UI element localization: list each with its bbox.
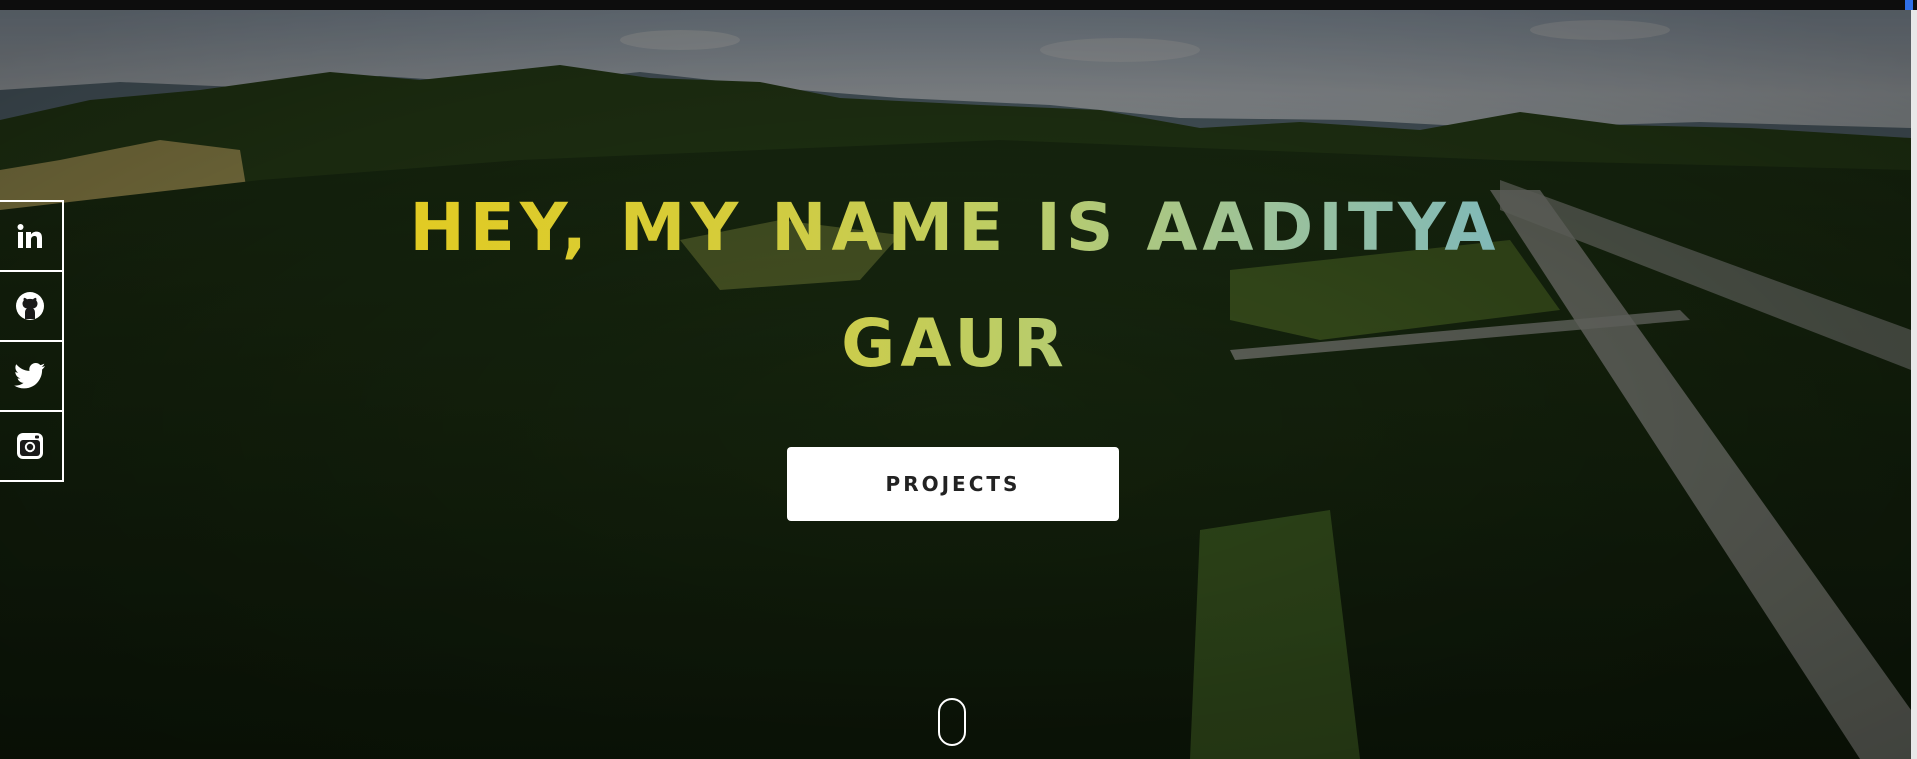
instagram-icon [17, 433, 43, 459]
github-icon [16, 292, 44, 320]
headline-line-1: HEY, MY NAME IS AADITYA [409, 189, 1501, 266]
scroll-position-marker [1905, 0, 1913, 10]
hero-section: HEY, MY NAME IS AADITYA GAUR PROJECTS [0, 10, 1911, 759]
projects-button[interactable]: PROJECTS [787, 447, 1119, 521]
instagram-link[interactable] [0, 412, 62, 480]
page-scrollbar[interactable] [1911, 10, 1917, 759]
twitter-icon [14, 363, 45, 389]
hero-headline: HEY, MY NAME IS AADITYA GAUR [400, 170, 1510, 402]
mouse-scroll-icon[interactable] [938, 698, 966, 746]
twitter-link[interactable] [0, 342, 62, 412]
browser-top-bar [0, 0, 1917, 10]
social-sidebar [0, 200, 64, 482]
linkedin-link[interactable] [0, 202, 62, 272]
github-link[interactable] [0, 272, 62, 342]
headline-line-2: GAUR [841, 305, 1069, 382]
linkedin-icon [17, 224, 42, 248]
